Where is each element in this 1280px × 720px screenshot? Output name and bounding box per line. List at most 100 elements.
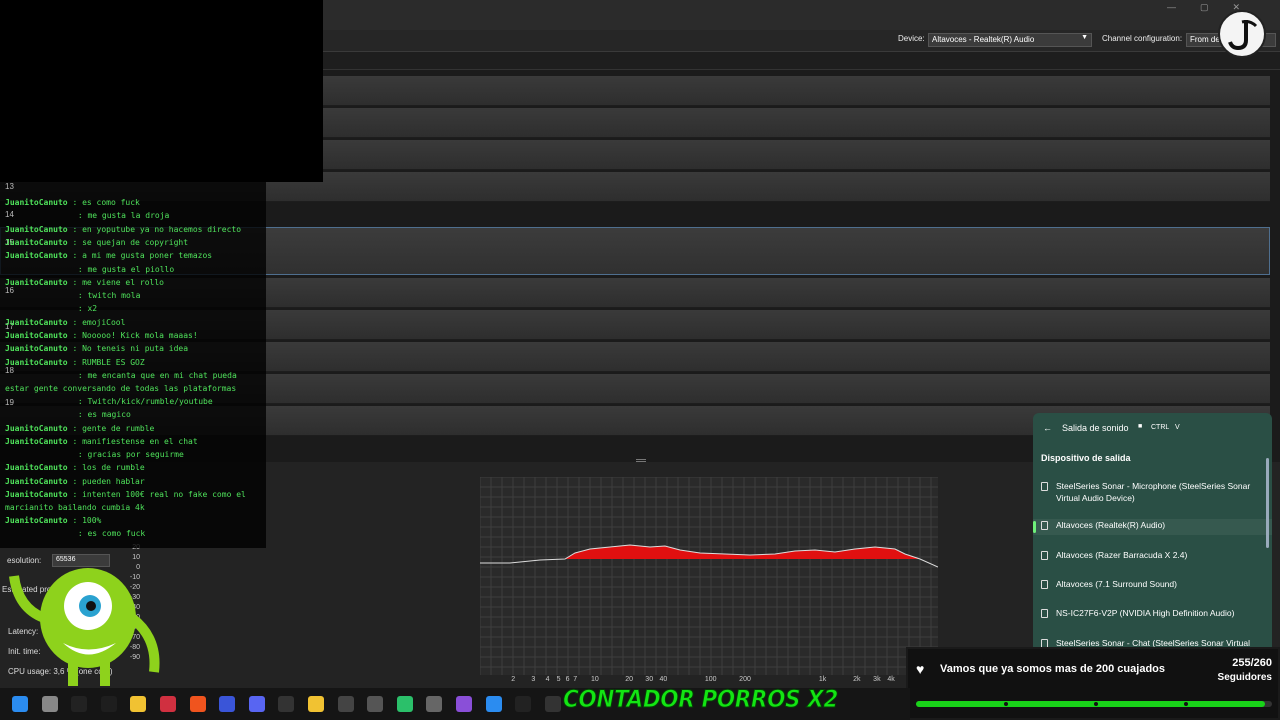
chat-username: JuanitoCanuto bbox=[5, 490, 68, 499]
chat-message: JuanitoCanuto : intenten 100€ real no fa… bbox=[5, 488, 260, 514]
capcut-icon[interactable] bbox=[515, 696, 532, 712]
speaker-icon bbox=[1041, 482, 1048, 491]
brave-icon[interactable] bbox=[189, 696, 206, 712]
chat-message: JuanitoCanuto : 100% bbox=[5, 514, 260, 527]
chat-text: : RUMBLE ES GOZ bbox=[67, 357, 145, 367]
search-icon[interactable] bbox=[41, 696, 58, 712]
windows-icon[interactable] bbox=[12, 696, 28, 712]
chat-text: : twitch mola bbox=[73, 291, 141, 301]
frequency-tick-label: 20 bbox=[625, 676, 634, 683]
obs-icon[interactable] bbox=[337, 696, 354, 712]
chat-username: JuanitoCanuto bbox=[5, 357, 68, 367]
chat-text: : Twitch/kick/rumble/youtube bbox=[73, 396, 213, 406]
scrollbar[interactable] bbox=[1266, 458, 1269, 548]
app-icon[interactable] bbox=[396, 696, 413, 712]
xbox-icon[interactable] bbox=[278, 696, 295, 712]
chat-text: : gente de rumble bbox=[67, 423, 155, 433]
chat-message: JuanitoCanuto : manifiestense en el chat bbox=[5, 435, 260, 448]
shortcut-label: CTRL bbox=[1151, 424, 1170, 431]
progress-marker bbox=[1094, 702, 1098, 706]
output-device-item[interactable]: Altavoces (7.1 Surround Sound) bbox=[1033, 578, 1272, 594]
chat-username: JuanitoCanuto bbox=[5, 317, 68, 327]
chat-message: JuanitoCanuto : a mi me gusta poner tema… bbox=[5, 249, 260, 262]
screen: { "toolbar": { "device_label": "Device:"… bbox=[0, 0, 1280, 720]
chat-username: JuanitoCanuto bbox=[5, 251, 68, 261]
flyout-title: Salida de sonido bbox=[1062, 423, 1129, 433]
chat-overlay: 13 14 15 16 17 18 19 JuanitoCanuto : es como f… bbox=[0, 182, 266, 548]
chat-message: : me gusta la droja bbox=[5, 209, 260, 222]
chat-username: JuanitoCanuto bbox=[5, 436, 68, 446]
chat-text: : los de rumble bbox=[67, 463, 145, 473]
discord-icon[interactable] bbox=[248, 696, 265, 712]
chat-message: JuanitoCanuto : gente de rumble bbox=[5, 422, 260, 435]
chat-message: JuanitoCanuto : se quejan de copyright bbox=[5, 236, 260, 249]
graph-grid bbox=[480, 477, 938, 675]
chat-message: JuanitoCanuto : emojiCool bbox=[5, 316, 260, 329]
chat-message: JuanitoCanuto : No teneis ni puta idea bbox=[5, 342, 260, 355]
chat-username: JuanitoCanuto bbox=[5, 516, 68, 525]
github-icon[interactable] bbox=[544, 696, 561, 712]
kick-icon[interactable] bbox=[71, 696, 88, 712]
steam-icon[interactable] bbox=[367, 696, 384, 712]
chat-text: : me gusta la droja bbox=[73, 211, 170, 221]
speaker-icon bbox=[1041, 609, 1048, 618]
chat-message: : es magico bbox=[5, 408, 260, 421]
chat-username: JuanitoCanuto bbox=[5, 331, 68, 340]
output-device-item[interactable]: SteelSeries Sonar - Microphone (SteelSer… bbox=[1033, 480, 1272, 510]
vscode-icon[interactable] bbox=[485, 696, 502, 712]
jetbrains-icon[interactable] bbox=[160, 696, 176, 712]
chat-message: : twitch mola bbox=[5, 289, 260, 302]
output-device-name: Altavoces (7.1 Surround Sound) bbox=[1056, 579, 1177, 589]
chat-text: : a mi me gusta poner temazos bbox=[67, 251, 213, 261]
active-indicator bbox=[1033, 521, 1036, 533]
chat-username: JuanitoCanuto bbox=[5, 463, 68, 473]
shortcut-key: V bbox=[1175, 424, 1180, 431]
chat-text: : me gusta el piollo bbox=[73, 264, 175, 274]
chat-message: : es como fuck bbox=[5, 527, 260, 540]
frequency-tick-label: 5 bbox=[556, 676, 561, 683]
frequency-tick-label: 30 bbox=[645, 676, 654, 683]
output-device-item[interactable]: NS-IC27F6-V2P (NVIDIA High Definition Au… bbox=[1033, 607, 1272, 623]
frequency-tick-label: 3k bbox=[873, 676, 881, 683]
line-number: 13 bbox=[5, 182, 14, 191]
terminal-icon[interactable] bbox=[100, 696, 117, 712]
flyout-header: ← Salida de sonido ■ CTRL V bbox=[1033, 413, 1272, 445]
output-device-item[interactable]: Altavoces (Razer Barracuda X 2.4) bbox=[1033, 549, 1272, 565]
back-arrow-icon[interactable]: ← bbox=[1043, 423, 1052, 433]
speaker-icon bbox=[1041, 551, 1048, 560]
speaker-icon bbox=[1041, 521, 1048, 530]
chevron-down-icon: ▼ bbox=[1081, 34, 1088, 41]
channel-logo bbox=[1218, 10, 1266, 58]
section-title: Dispositivo de salida bbox=[1041, 453, 1131, 463]
chat-username: JuanitoCanuto bbox=[5, 344, 68, 354]
app2-icon[interactable] bbox=[426, 696, 443, 712]
chat-text: : en yoputube ya no hacemos directo bbox=[67, 224, 242, 234]
vivaldi-icon[interactable] bbox=[219, 696, 236, 712]
mascot-image bbox=[9, 568, 160, 686]
chat-text: : 100% bbox=[67, 516, 102, 525]
maximize-icon[interactable]: ▢ bbox=[1200, 2, 1209, 13]
channel-config-label: Channel configuration: bbox=[1102, 34, 1183, 43]
frequency-tick-label: 7 bbox=[573, 676, 578, 683]
device-select[interactable]: Altavoces - Realtek(R) Audio ▼ bbox=[928, 33, 1092, 47]
chat-message: : me encanta que en mi chat pueda estar … bbox=[5, 369, 260, 395]
frequency-tick-label: 3 bbox=[531, 676, 536, 683]
files-icon[interactable] bbox=[130, 696, 147, 712]
frequency-tick-label: 4 bbox=[545, 676, 550, 683]
chat-text: : pueden hablar bbox=[67, 476, 145, 486]
chat-text: : emojiCool bbox=[67, 317, 126, 327]
visualstudio-icon[interactable] bbox=[456, 696, 472, 712]
goal-progress-track bbox=[916, 701, 1272, 707]
frequency-tick-label: 10 bbox=[590, 676, 599, 683]
device-select-value: Altavoces - Realtek(R) Audio bbox=[932, 35, 1035, 44]
output-device-item[interactable]: Altavoces (Realtek(R) Audio) bbox=[1033, 519, 1272, 535]
chat-text: : se quejan de copyright bbox=[67, 237, 189, 247]
channel-config-value: From de bbox=[1190, 35, 1220, 44]
frequency-tick-label: 6 bbox=[565, 676, 570, 683]
chat-message: JuanitoCanuto : los de rumble bbox=[5, 461, 260, 474]
chat-message: : gracias por seguirme bbox=[5, 448, 260, 461]
file-explorer-icon[interactable] bbox=[308, 696, 324, 712]
minimize-icon[interactable]: — bbox=[1167, 2, 1176, 13]
chat-username: JuanitoCanuto bbox=[5, 476, 68, 486]
progress-marker bbox=[1004, 702, 1008, 706]
